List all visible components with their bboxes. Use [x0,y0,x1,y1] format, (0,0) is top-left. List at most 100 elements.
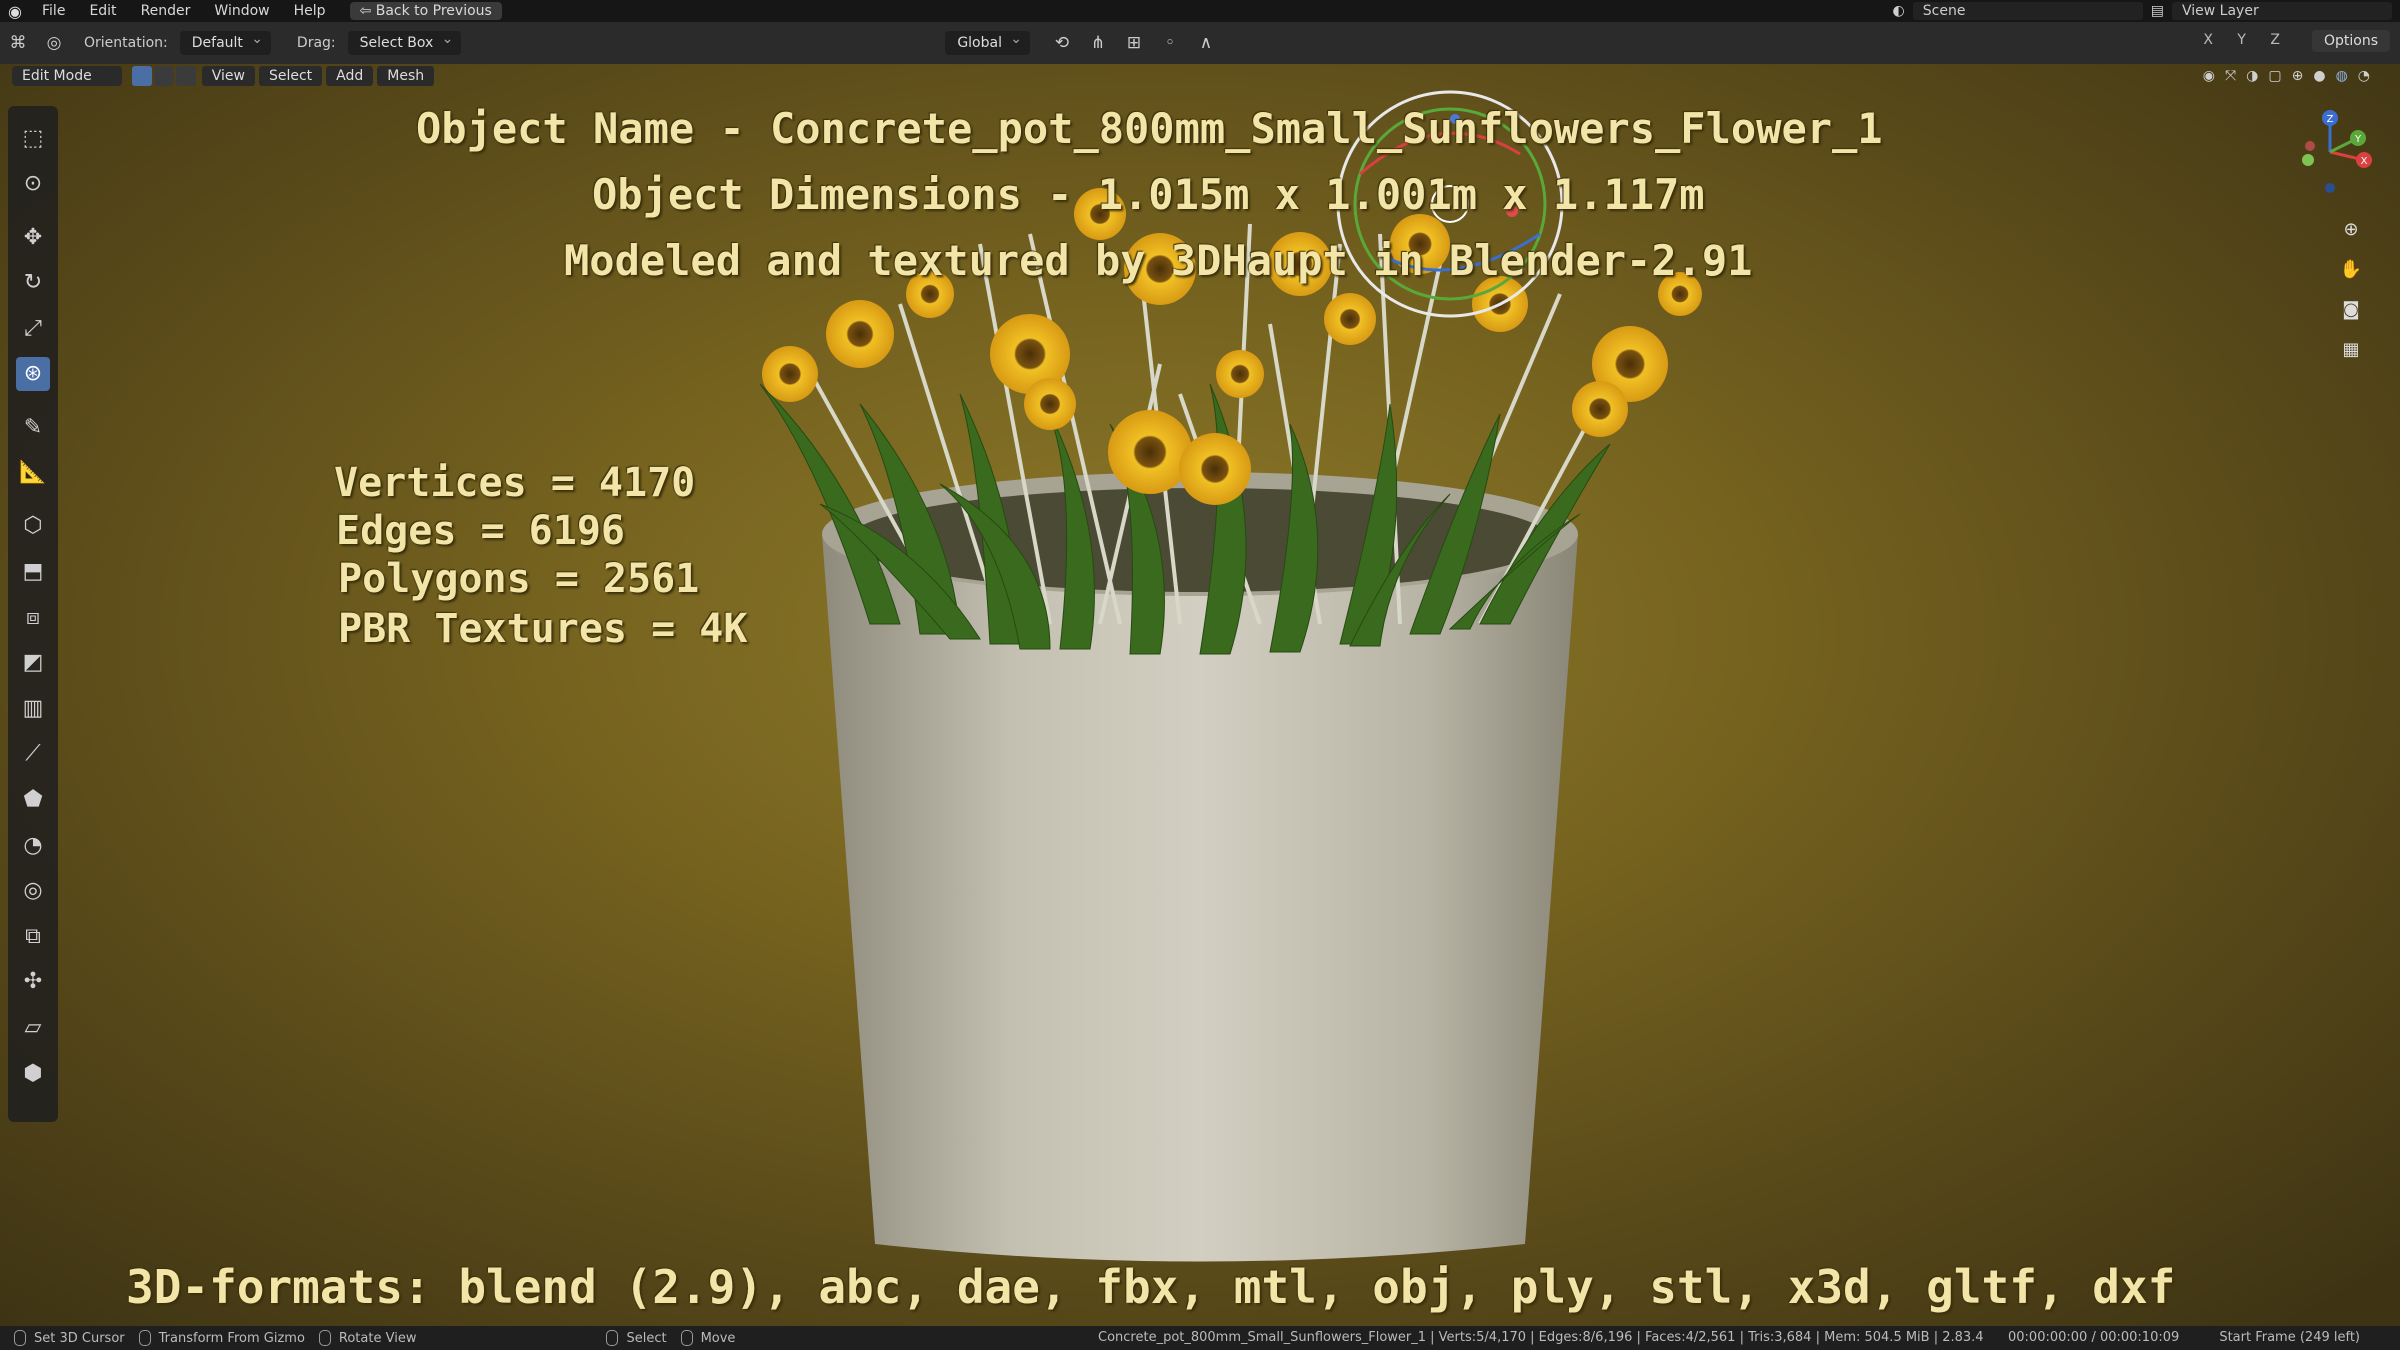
orientation-label: Orientation: [84,35,168,51]
measure-icon[interactable]: 📐 [16,456,50,490]
solid-shading-icon[interactable]: ● [2313,68,2325,84]
menu-window[interactable]: Window [202,3,281,19]
scene-icon[interactable]: ◐ [1893,3,1905,19]
select-box-icon[interactable]: ⬚ [16,121,50,155]
overlay-toggle-icon[interactable]: ◑ [2246,68,2258,84]
scene-selector[interactable]: Scene [1912,2,2143,20]
axis-gizmo[interactable]: Z X Y [2280,102,2380,202]
timecode: 00:00:00:00 / 00:00:10:09 [2008,1330,2180,1345]
menu-render[interactable]: Render [129,3,203,19]
add-menu[interactable]: Add [326,66,374,86]
material-shading-icon[interactable]: ◍ [2336,68,2348,84]
falloff-icon[interactable]: ∧ [1191,30,1221,56]
textures-text: PBR Textures = 4K [338,606,748,652]
back-to-previous-button[interactable]: ⇦ Back to Previous [349,2,502,20]
tool-settings-header: ⌘ ◎ Orientation: Default Drag: Select Bo… [0,22,2400,64]
rip-icon[interactable]: ⬢ [16,1056,50,1090]
object-name-text: Object Name - Concrete_pot_800mm_Small_S… [416,104,1883,153]
view-layer-icon[interactable]: ▤ [2151,3,2164,19]
mouse-left-icon [14,1330,26,1346]
add-cube-icon[interactable]: ⬡ [16,509,50,543]
face-select-icon[interactable] [175,66,196,86]
extrude-icon[interactable]: ⬒ [16,554,50,588]
mouse-drag-icon [138,1330,151,1346]
menu-edit[interactable]: Edit [77,3,128,19]
spin-icon[interactable]: ◔ [16,828,50,862]
view-menu[interactable]: View [201,66,255,86]
camera-view-icon[interactable]: ◙ [2336,294,2366,324]
bevel-icon[interactable]: ◩ [16,646,50,680]
back-icon: ⇦ [359,3,376,19]
inset-icon[interactable]: ⧈ [16,600,50,634]
mirror-axes[interactable]: X Y Z [2203,32,2290,48]
viewport-header: Edit Mode View Select Add Mesh ◉ ⤧ ◑ ▢ ⊕… [0,64,2400,88]
active-tool-icon[interactable]: ◎ [39,30,69,56]
polygons-text: Polygons = 2561 [338,556,700,602]
zoom-icon[interactable]: ⊕ [2336,214,2366,244]
drag-dropdown[interactable]: Select Box [347,31,462,55]
select-menu[interactable]: Select [258,66,323,86]
mouse-right-icon [680,1330,693,1346]
knife-icon[interactable]: ⟋ [16,737,50,771]
viewport-shading-group: ◉ ⤧ ◑ ▢ ⊕ ● ◍ ◔ [2203,68,2370,84]
edges-text: Edges = 6196 [336,508,625,554]
navigation-gizmo[interactable]: Z X Y ⊕ ✋ ◙ ▦ [2280,102,2380,360]
back-label: Back to Previous [375,3,492,19]
orientation-dropdown[interactable]: Default [179,31,271,55]
visibility-icon[interactable]: ◉ [2203,68,2215,84]
status-select: Select [606,1330,667,1346]
rendered-shading-icon[interactable]: ◔ [2358,68,2370,84]
blender-logo-icon[interactable]: ◉ [0,2,30,21]
gizmo-toggle-icon[interactable]: ⤧ [2225,68,2236,84]
cursor-icon[interactable]: ⊙ [16,167,50,201]
scene-statistics: Concrete_pot_800mm_Small_Sunflowers_Flow… [1098,1330,1984,1345]
proportional-edit-icon[interactable]: ◦ [1155,30,1185,56]
annotate-icon[interactable]: ✎ [16,410,50,444]
mode-dropdown[interactable]: Edit Mode [12,66,122,86]
menu-file[interactable]: File [30,3,77,19]
tool-shelf: ⬚ ⊙ ✥ ↻ ⤢ ⊛ ✎ 📐 ⬡ ⬒ ⧈ ◩ ▥ ⟋ ⬟ ◔ ◎ ⧉ ✣ ▱ ⬢ [8,106,58,1122]
snap-target-icon[interactable]: ⊞ [1119,30,1149,56]
status-move: Move [680,1330,736,1346]
object-dimensions-text: Object Dimensions - 1.015m x 1.001m x 1.… [592,170,1705,219]
snap-icon[interactable]: ⋔ [1083,30,1113,56]
top-menu-bar: ◉ File Edit Render Window Help ⇦ Back to… [0,0,2400,22]
smooth-icon[interactable]: ◎ [16,874,50,908]
scale-icon[interactable]: ⤢ [16,311,50,345]
status-rotate-view: Rotate View [318,1330,417,1346]
transform-orientation-dropdown[interactable]: Global [945,31,1030,55]
ortho-grid-icon[interactable]: ▦ [2336,334,2366,364]
status-move-label: Move [700,1330,736,1346]
pivot-point-icon[interactable]: ⟲ [1047,30,1077,56]
poly-build-icon[interactable]: ⬟ [16,782,50,816]
mesh-menu[interactable]: Mesh [377,66,435,86]
formats-text: 3D-formats: blend (2.9), abc, dae, fbx, … [126,1260,2176,1314]
move-icon[interactable]: ✥ [16,220,50,254]
rotate-icon[interactable]: ↻ [16,266,50,300]
vertex-select-icon[interactable] [131,66,152,86]
wireframe-shading-icon[interactable]: ⊕ [2292,68,2304,84]
transform-icon[interactable]: ⊛ [16,356,50,391]
options-dropdown[interactable]: Options [2311,30,2390,52]
view-layer-selector[interactable]: View Layer [2172,2,2392,20]
xray-icon[interactable]: ▢ [2268,68,2281,84]
menu-help[interactable]: Help [282,3,338,19]
axis-x-label: X [2361,156,2368,167]
status-transform-gizmo-label: Transform From Gizmo [158,1330,305,1346]
drag-label: Drag: [296,35,336,51]
axis-z-label: Z [2327,114,2334,125]
status-set-cursor: Set 3D Cursor [14,1330,125,1346]
loop-cut-icon[interactable]: ▥ [16,691,50,725]
editor-type-icon[interactable]: ⌘ [3,30,33,56]
pan-hand-icon[interactable]: ✋ [2336,254,2366,284]
axis-y-label: Y [2354,134,2362,145]
3d-viewport[interactable]: Edit Mode View Select Add Mesh ◉ ⤧ ◑ ▢ ⊕… [0,64,2400,1326]
vertices-text: Vertices = 4170 [334,460,696,506]
start-frame: Start Frame (249 left) [2219,1330,2360,1345]
status-transform-gizmo: Transform From Gizmo [138,1330,305,1346]
shear-icon[interactable]: ▱ [16,1010,50,1044]
shrink-fatten-icon[interactable]: ✣ [16,965,50,999]
edge-slide-icon[interactable]: ⧉ [16,919,50,953]
status-rotate-view-label: Rotate View [338,1330,417,1346]
edge-select-icon[interactable] [153,66,174,86]
